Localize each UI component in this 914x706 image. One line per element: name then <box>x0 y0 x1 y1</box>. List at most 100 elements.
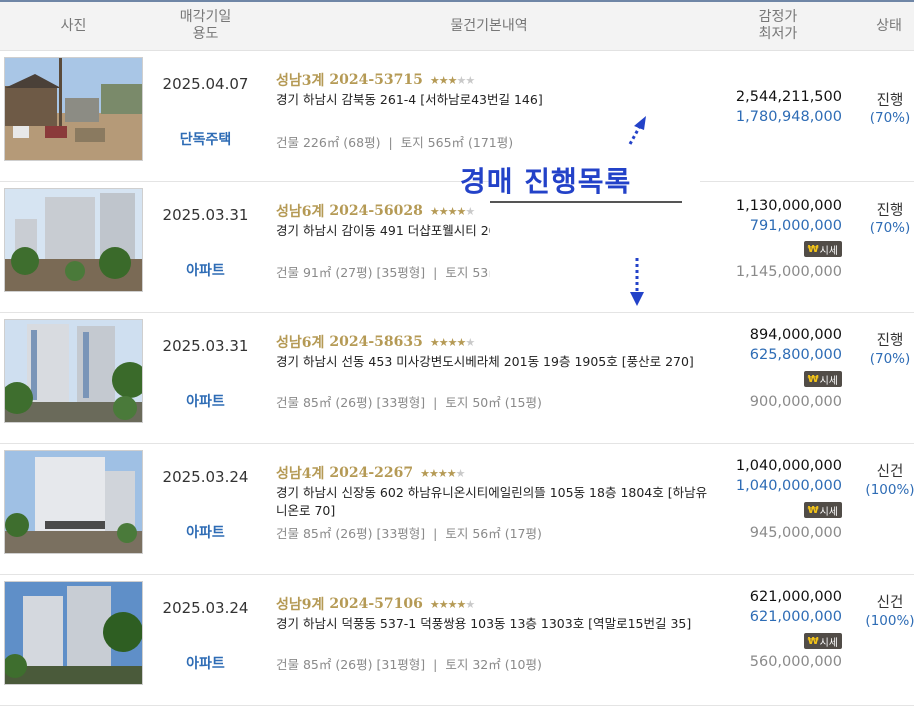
min-price: 1,040,000,000 <box>735 478 842 494</box>
min-rate: (70%) <box>869 220 911 236</box>
usage-type[interactable]: 아파트 <box>147 391 264 411</box>
star-icon: ★★★★ <box>429 335 466 349</box>
land-area: 토지 56㎡ (17평) <box>445 526 542 541</box>
star-icon: ★★★★ <box>429 597 466 611</box>
property-address: 경기 하남시 덕풍동 537-1 덕풍쌍용 103동 13층 1303호 [역말… <box>276 616 692 631</box>
star-icon: ★★★★ <box>429 204 466 218</box>
rating-stars: ★★★★★ <box>429 335 475 349</box>
auction-row[interactable]: 2025.03.31 아파트 성남6계 2024-58635 ★★★★★ 경기 … <box>0 313 914 444</box>
building-area: 건물 85㎡ (26평) [33평형] <box>276 395 426 410</box>
court-name[interactable]: 성남6계 <box>276 201 324 221</box>
property-address: 경기 하남시 신장동 602 하남유니온시티에일린의뜰 105동 18층 180… <box>276 485 708 518</box>
rating-stars: ★★★★★ <box>429 597 475 611</box>
land-area: 토지 565㎡ (171평) <box>400 135 514 150</box>
min-rate: (100%) <box>865 482 914 498</box>
auction-row[interactable]: 2025.04.07 단독주택 성남3계 2024-53715 ★★★★★ 경기… <box>0 51 914 182</box>
appraisal-price: 621,000,000 <box>749 589 842 605</box>
case-line[interactable]: 성남6계 2024-58635 ★★★★★ <box>276 332 475 352</box>
sale-date: 2025.03.31 <box>162 206 249 224</box>
rating-stars: ★★★★★ <box>429 73 475 87</box>
market-price-badge[interactable]: ₩ 시세 <box>803 241 842 257</box>
appraisal-price: 1,040,000,000 <box>735 458 842 474</box>
status-label: 진행 <box>876 333 904 349</box>
star-icon: ★ <box>455 466 466 480</box>
property-address: 경기 하남시 감북동 261-4 [서하남로43번길 146] <box>276 92 543 107</box>
min-price: 791,000,000 <box>749 218 842 234</box>
market-price: 560,000,000 <box>749 654 842 670</box>
market-price-badge[interactable]: ₩ 시세 <box>803 502 842 518</box>
auction-row[interactable]: 2025.03.31 아파트 성남6계 2024-56028 ★★★★★ 경기 … <box>0 182 914 313</box>
area-info: 건물 85㎡ (26평) [33평형] | 토지 50㎡ (15평) <box>276 395 542 410</box>
star-icon: ★★★★ <box>420 466 456 480</box>
property-photo[interactable] <box>4 450 143 554</box>
building-area: 건물 85㎡ (26평) [31평형] <box>276 657 426 672</box>
market-price-badge[interactable]: ₩ 시세 <box>803 371 842 387</box>
court-name[interactable]: 성남4계 <box>276 463 324 483</box>
arrow-icon <box>628 116 646 145</box>
property-photo[interactable] <box>4 57 143 161</box>
sale-date: 2025.03.24 <box>162 599 249 617</box>
market-price-badge[interactable]: ₩ 시세 <box>803 633 842 649</box>
min-price: 1,780,948,000 <box>735 109 842 125</box>
market-price: 900,000,000 <box>749 394 842 410</box>
header-sale-date-usage: 매각기일 용도 <box>179 9 232 42</box>
property-photo[interactable] <box>4 581 143 685</box>
market-price: 945,000,000 <box>749 525 842 541</box>
case-line[interactable]: 성남6계 2024-56028 ★★★★★ <box>276 201 475 221</box>
land-area: 토지 32㎡ (10평) <box>445 657 542 672</box>
case-line[interactable]: 성남4계 2024-2267 ★★★★★ <box>276 463 466 483</box>
property-photo[interactable] <box>4 188 143 292</box>
case-number[interactable]: 2024-53715 <box>329 72 422 88</box>
status-label: 신건 <box>876 464 904 480</box>
area-info: 건물 85㎡ (26평) [33평형] | 토지 56㎡ (17평) <box>276 526 542 541</box>
usage-type[interactable]: 아파트 <box>147 653 264 673</box>
min-rate: (70%) <box>869 110 911 126</box>
won-icon: ₩ <box>807 243 819 255</box>
area-info: 건물 85㎡ (26평) [31평형] | 토지 32㎡ (10평) <box>276 657 542 672</box>
rating-stars: ★★★★★ <box>429 204 475 218</box>
arrow-icon <box>630 258 644 306</box>
auction-row[interactable]: 2025.03.24 아파트 성남4계 2024-2267 ★★★★★ 경기 하… <box>0 444 914 575</box>
rating-stars: ★★★★★ <box>420 466 466 480</box>
case-number[interactable]: 2024-56028 <box>329 203 422 219</box>
usage-type[interactable]: 아파트 <box>147 260 264 280</box>
annotation-underline <box>490 201 682 203</box>
star-icon: ★ <box>465 335 475 349</box>
land-area: 토지 50㎡ (15평) <box>445 395 542 410</box>
building-area: 건물 91㎡ (27평) [35평형] <box>276 265 426 280</box>
market-price: 1,145,000,000 <box>735 264 842 280</box>
star-icon: ★★ <box>456 73 475 87</box>
won-icon: ₩ <box>807 635 819 647</box>
sale-date: 2025.03.31 <box>162 337 249 355</box>
status-label: 신건 <box>876 595 904 611</box>
table-header: 사진 매각기일 용도 물건기본내역 감정가 최저가 상태 <box>0 2 914 51</box>
case-number[interactable]: 2024-58635 <box>329 334 422 350</box>
court-name[interactable]: 성남3계 <box>276 70 324 90</box>
min-price: 621,000,000 <box>749 609 842 625</box>
auction-row[interactable]: 2025.03.24 아파트 성남9계 2024-57106 ★★★★★ 경기 … <box>0 575 914 706</box>
status-label: 진행 <box>876 203 904 219</box>
case-line[interactable]: 성남3계 2024-53715 ★★★★★ <box>276 70 475 90</box>
star-icon: ★ <box>465 204 475 218</box>
star-icon: ★ <box>465 597 475 611</box>
status-label: 진행 <box>876 93 904 109</box>
case-number[interactable]: 2024-2267 <box>329 465 413 481</box>
star-icon: ★★★ <box>429 73 458 87</box>
case-number[interactable]: 2024-57106 <box>329 596 422 612</box>
court-name[interactable]: 성남6계 <box>276 332 324 352</box>
court-name[interactable]: 성남9계 <box>276 594 324 614</box>
usage-type[interactable]: 단독주택 <box>147 129 264 149</box>
appraisal-price: 2,544,211,500 <box>735 89 842 105</box>
property-photo[interactable] <box>4 319 143 423</box>
annotation-title: 경매 진행목록 <box>460 165 632 198</box>
appraisal-price: 1,130,000,000 <box>735 198 842 214</box>
won-icon: ₩ <box>807 373 819 385</box>
building-area: 건물 226㎡ (68평) <box>276 135 381 150</box>
won-icon: ₩ <box>807 504 819 516</box>
appraisal-price: 894,000,000 <box>749 327 842 343</box>
header-basic-info: 물건기본내역 <box>450 17 528 34</box>
case-line[interactable]: 성남9계 2024-57106 ★★★★★ <box>276 594 475 614</box>
header-photo: 사진 <box>60 17 87 34</box>
usage-type[interactable]: 아파트 <box>147 522 264 542</box>
area-info: 건물 226㎡ (68평) | 토지 565㎡ (171평) <box>276 135 514 150</box>
